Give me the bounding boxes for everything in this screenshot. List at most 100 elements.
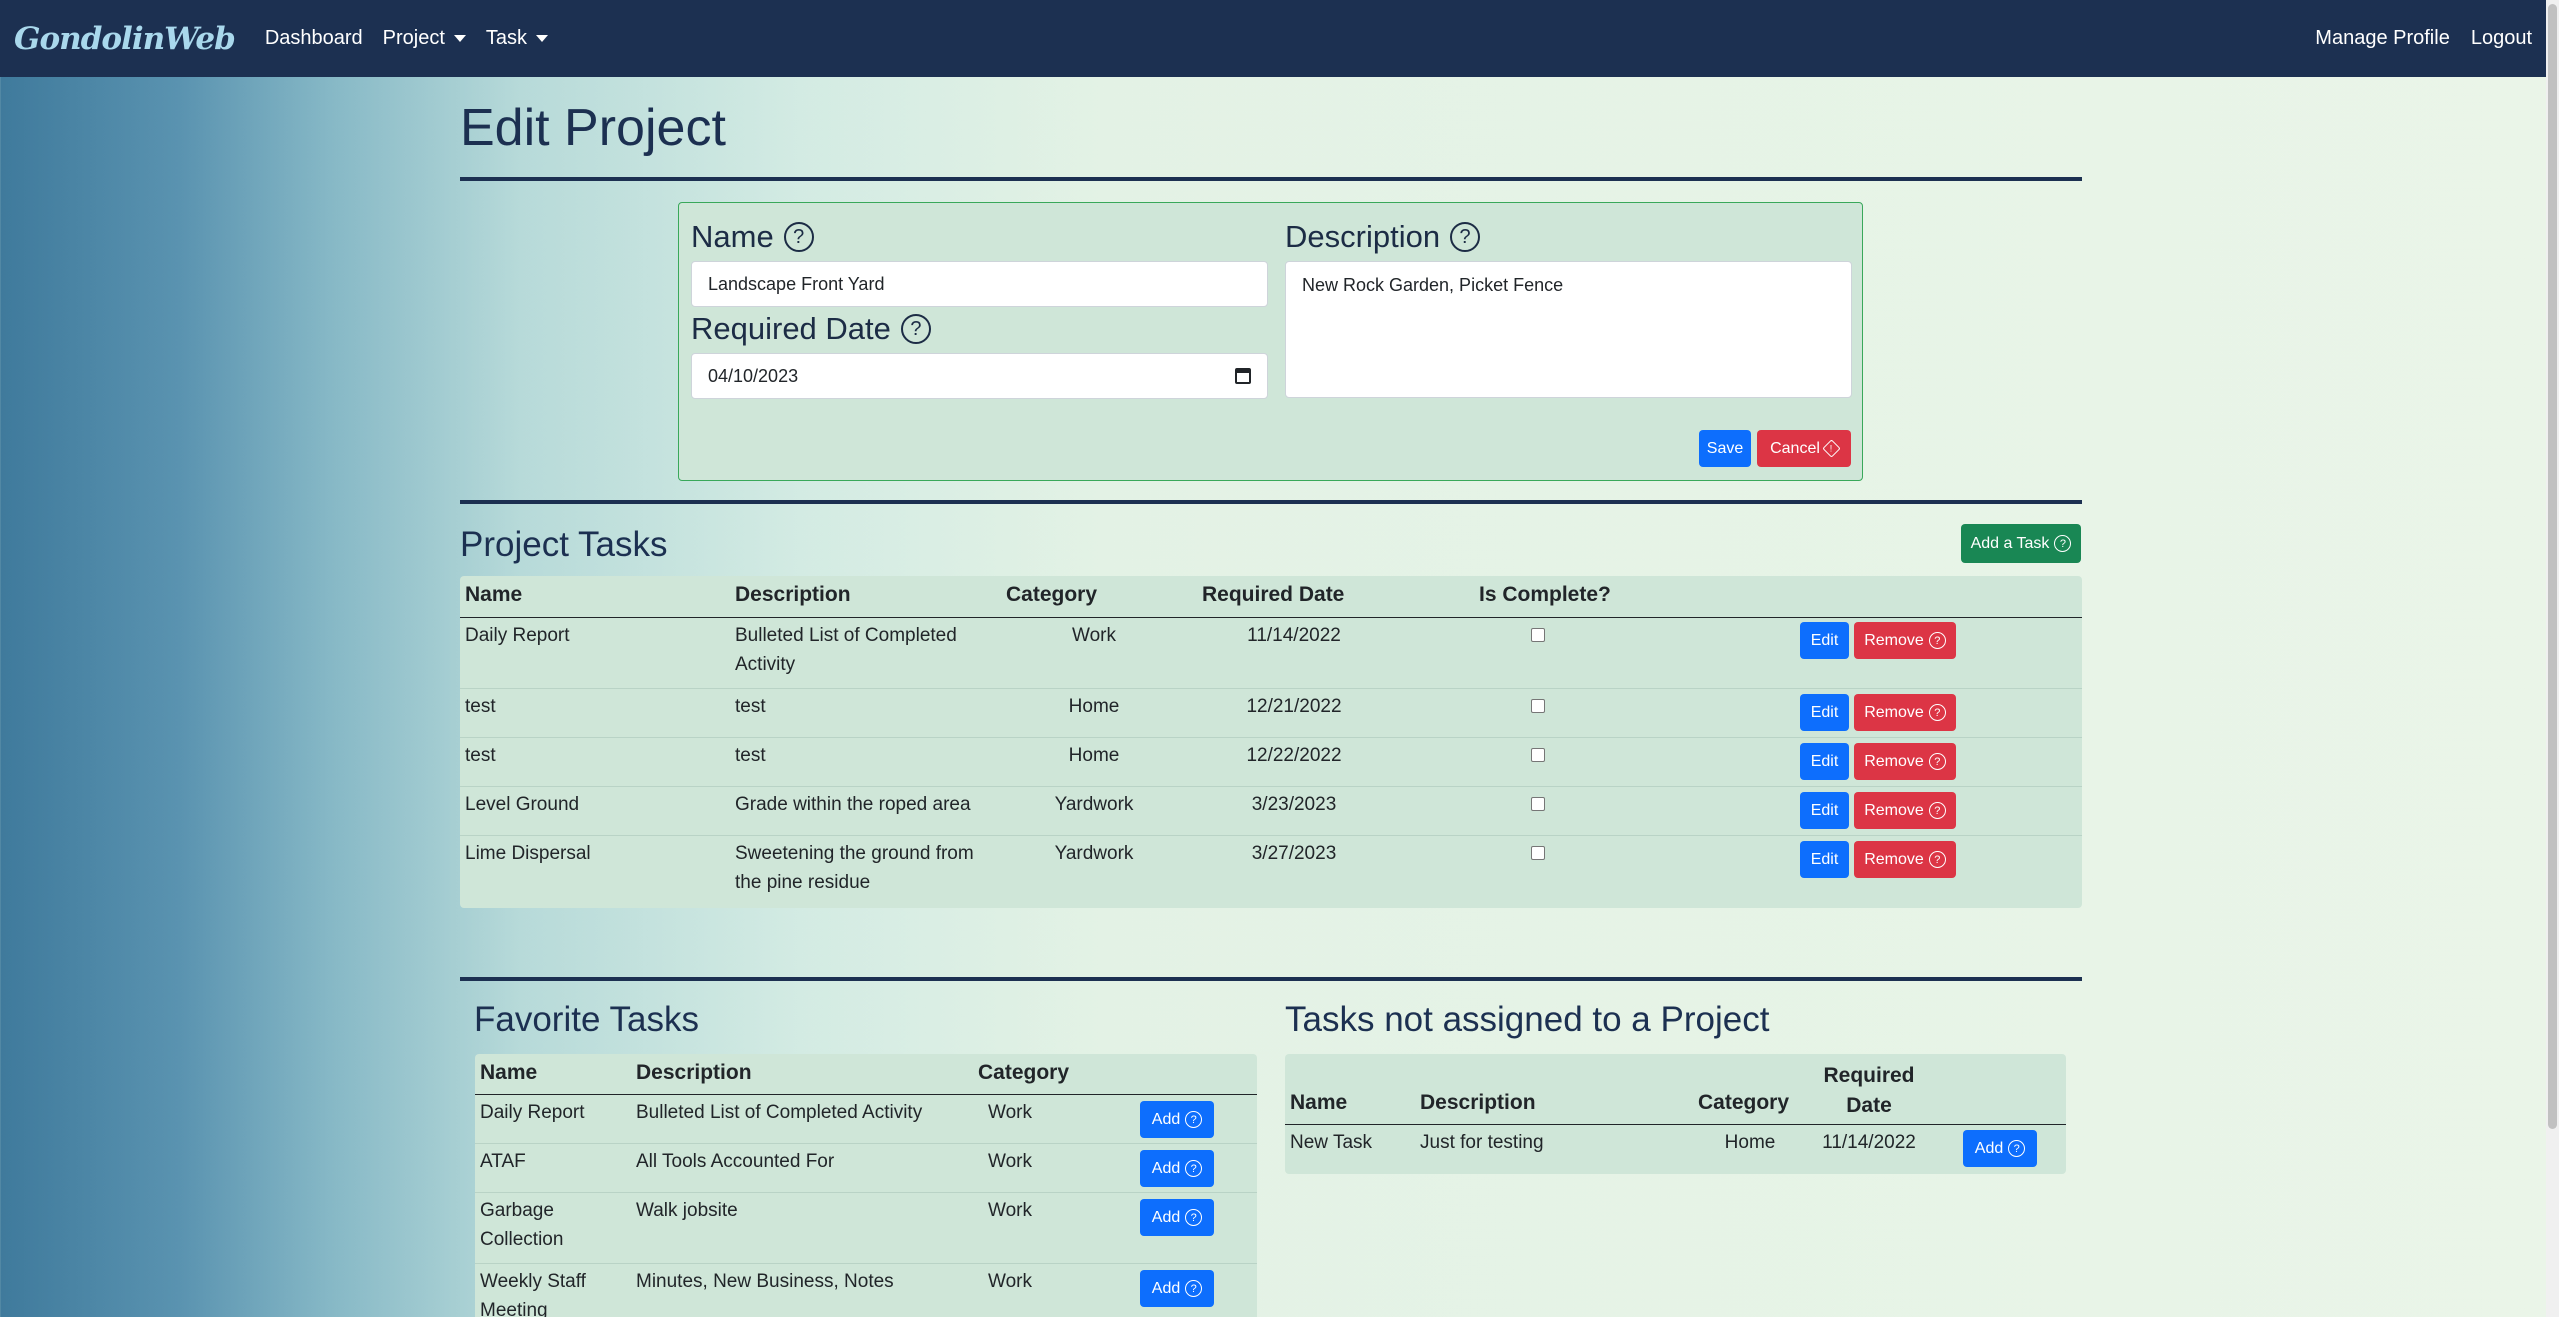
task-description: Bulleted List of Completed Activity: [735, 625, 957, 675]
task-name: Garbage Collection: [480, 1200, 564, 1250]
task-name: Daily Report: [465, 625, 570, 646]
remove-task-button[interactable]: Remove?: [1854, 694, 1956, 731]
task-name: New Task: [1290, 1132, 1373, 1153]
help-icon[interactable]: ?: [900, 314, 931, 344]
add-favorite-button[interactable]: Add?: [1140, 1270, 1214, 1307]
add-label: Add: [1151, 1279, 1181, 1297]
table-header: Name Description Category Required Date …: [460, 576, 2082, 618]
task-name: Lime Dispersal: [465, 843, 591, 864]
name-input[interactable]: Landscape Front Yard: [691, 261, 1268, 307]
nav-logout[interactable]: Logout: [2471, 27, 2532, 50]
is-complete-checkbox[interactable]: [1531, 797, 1545, 811]
name-input-value: Landscape Front Yard: [708, 273, 885, 294]
caret-down-icon: [536, 35, 549, 42]
add-a-task-button[interactable]: Add a Task ?: [1961, 524, 2081, 563]
divider: [460, 500, 2082, 504]
task-required-date: 11/14/2022: [1822, 1132, 1916, 1153]
name-label-text: Name: [691, 219, 774, 254]
help-icon[interactable]: ?: [1450, 222, 1481, 252]
edit-task-button[interactable]: Edit: [1800, 743, 1849, 780]
task-required-date: 12/22/2022: [1246, 745, 1342, 766]
add-a-task-label: Add a Task: [1970, 534, 2050, 552]
add-label: Add: [1151, 1159, 1181, 1177]
help-icon: ?: [1928, 851, 1946, 868]
nav-manage-profile[interactable]: Manage Profile: [2315, 27, 2450, 50]
edit-task-button[interactable]: Edit: [1800, 622, 1849, 659]
scrollbar-thumb[interactable]: [2548, 4, 2557, 1129]
col-required-date: Required Date: [1202, 583, 1345, 606]
nav-project-label: Project: [382, 27, 445, 49]
help-icon[interactable]: ?: [783, 222, 814, 252]
favorite-tasks-title: Favorite Tasks: [474, 1000, 699, 1039]
calendar-icon[interactable]: [1235, 368, 1251, 384]
task-required-date: 12/21/2022: [1246, 696, 1342, 717]
edit-label: Edit: [1810, 801, 1839, 819]
add-unassigned-button[interactable]: Add?: [1963, 1130, 2037, 1167]
nav-dashboard[interactable]: Dashboard: [265, 27, 363, 50]
is-complete-checkbox[interactable]: [1531, 628, 1545, 642]
required-date-input[interactable]: 04/10/2023: [691, 353, 1268, 399]
task-description: test: [735, 696, 766, 717]
remove-task-button[interactable]: Remove?: [1854, 792, 1956, 829]
table-header: Name Description Category Required Date: [1285, 1054, 2066, 1125]
add-favorite-button[interactable]: Add?: [1140, 1101, 1214, 1138]
description-textarea[interactable]: New Rock Garden, Picket Fence: [1285, 261, 1852, 398]
is-complete-checkbox[interactable]: [1531, 699, 1545, 713]
table-row: Level Ground Grade within the roped area…: [460, 787, 2082, 836]
save-label: Save: [1706, 439, 1744, 457]
description-value: New Rock Garden, Picket Fence: [1302, 275, 1564, 295]
project-tasks-table: Name Description Category Required Date …: [460, 576, 2082, 908]
help-icon: ?: [1185, 1160, 1203, 1177]
task-name: Daily Report: [480, 1102, 585, 1123]
edit-task-button[interactable]: Edit: [1800, 841, 1849, 878]
page-scrollbar[interactable]: [2546, 0, 2559, 1317]
col-required-date: Required Date: [1823, 1064, 1915, 1117]
remove-task-button[interactable]: Remove?: [1854, 622, 1956, 659]
navbar: GondolinWeb Dashboard Project Task Manag…: [0, 0, 2546, 77]
edit-task-button[interactable]: Edit: [1800, 694, 1849, 731]
is-complete-checkbox[interactable]: [1531, 748, 1545, 762]
table-header: Name Description Category: [475, 1054, 1257, 1095]
add-favorite-button[interactable]: Add?: [1140, 1150, 1214, 1187]
edit-task-button[interactable]: Edit: [1800, 792, 1849, 829]
col-description: Description: [735, 583, 851, 606]
edit-label: Edit: [1810, 850, 1839, 868]
brand-logo[interactable]: GondolinWeb: [14, 21, 236, 57]
remove-task-button[interactable]: Remove?: [1854, 743, 1956, 780]
unassigned-tasks-title: Tasks not assigned to a Project: [1285, 1000, 1770, 1039]
task-required-date: 11/14/2022: [1247, 625, 1341, 646]
table-row: ATAF All Tools Accounted For Work Add?: [475, 1144, 1257, 1193]
cancel-button[interactable]: Cancel !: [1757, 430, 1851, 467]
remove-task-button[interactable]: Remove?: [1854, 841, 1956, 878]
help-icon: ?: [1185, 1209, 1203, 1226]
table-row: Weekly Staff Meeting Minutes, New Busine…: [475, 1264, 1257, 1317]
nav-project-dropdown[interactable]: Project: [383, 27, 466, 50]
name-label: Name ?: [691, 219, 814, 255]
caret-down-icon: [453, 35, 466, 42]
col-category: Category: [1006, 583, 1098, 606]
task-name: Weekly Staff Meeting: [480, 1271, 586, 1317]
add-favorite-button[interactable]: Add?: [1140, 1199, 1214, 1236]
nav-task-dropdown[interactable]: Task: [485, 27, 549, 50]
help-icon: ?: [2054, 535, 2072, 552]
description-label: Description ?: [1285, 219, 1481, 255]
task-name: test: [465, 696, 496, 717]
table-row: Garbage Collection Walk jobsite Work Add…: [475, 1193, 1257, 1264]
remove-label: Remove: [1864, 801, 1924, 819]
edit-label: Edit: [1810, 703, 1839, 721]
task-name: test: [465, 745, 496, 766]
task-description: All Tools Accounted For: [636, 1151, 835, 1172]
save-button[interactable]: Save: [1699, 430, 1751, 467]
task-name: ATAF: [480, 1151, 526, 1172]
task-category: Work: [988, 1200, 1032, 1221]
is-complete-checkbox[interactable]: [1531, 846, 1545, 860]
task-description: test: [735, 745, 766, 766]
project-tasks-title: Project Tasks: [460, 525, 668, 564]
table-row: New Task Just for testing Home 11/14/202…: [1285, 1125, 2066, 1174]
task-description: Minutes, New Business, Notes: [636, 1271, 894, 1292]
add-label: Add: [1151, 1110, 1181, 1128]
remove-label: Remove: [1864, 752, 1924, 770]
table-row: Daily Report Bulleted List of Completed …: [460, 618, 2082, 689]
col-name: Name: [480, 1061, 538, 1084]
nav-task-label: Task: [485, 27, 528, 49]
